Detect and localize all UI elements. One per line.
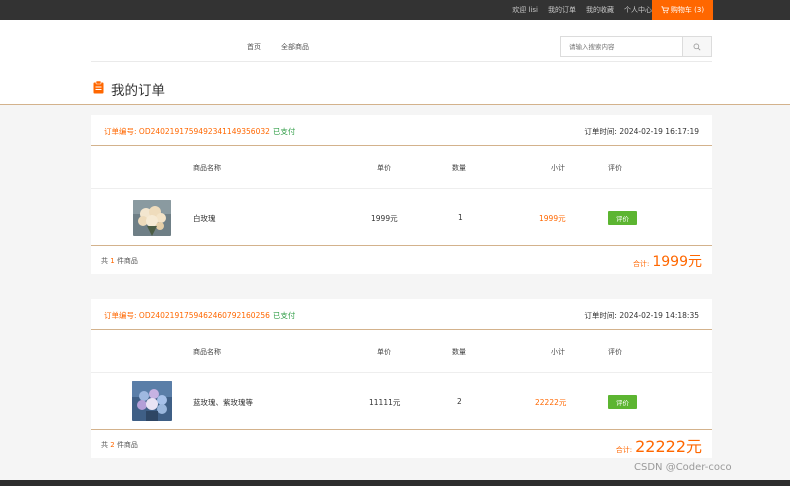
order-time: 订单时间: 2024-02-19 14:18:35 [584,311,699,320]
nav-home[interactable]: 首页 [247,42,261,52]
page-title: 我的订单 [111,83,165,99]
order-card: 订单编号: OD2402191759462460792160256 已支付 订单时… [91,299,712,458]
page-title-bar: 我的订单 [0,62,790,105]
order-item-row: 蓝玫瑰、紫玫瑰等 11111元 2 22222元 评价 [91,373,712,430]
col-price: 单价 [377,348,391,356]
order-id: 订单编号: OD2402191759462460792160256 已支付 [104,310,295,321]
bottom-bar [0,480,790,486]
product-price: 11111元 [369,398,401,407]
item-count-value: 1 [110,257,115,265]
order-header: 订单编号: OD2402191759492341149356032 已支付 订单时… [91,115,712,146]
product-subtotal: 1999元 [539,214,566,223]
search-button[interactable] [682,37,711,56]
order-item-row: 白玫瑰 1999元 1 1999元 评价 [91,189,712,246]
my-orders-link[interactable]: 我的订单 [548,5,576,15]
total-label: 合计: [633,260,650,268]
item-count-prefix: 共 [101,441,108,449]
my-favorites-link[interactable]: 我的收藏 [586,5,614,15]
column-header: 商品名称 单价 数量 小计 评价 [91,330,712,373]
product-qty: 2 [457,397,462,406]
review-button[interactable]: 评价 [608,395,637,409]
order-total: 合计: 1999元 [633,251,702,271]
nav-all-products[interactable]: 全部商品 [281,42,309,52]
order-time: 订单时间: 2024-02-19 16:17:19 [584,127,699,136]
cart-label: 购物车 (3) [670,6,705,14]
column-header: 商品名称 单价 数量 小计 评价 [91,146,712,189]
top-bar: 欢迎 lisi 我的订单 我的收藏 个人中心 购物车 (3) [0,0,790,20]
total-label: 合计: [615,446,633,454]
col-review: 评价 [608,164,622,172]
total-amount: 1999元 [652,254,702,270]
order-status: 已支付 [272,127,296,136]
item-count-prefix: 共 [101,257,108,265]
top-links: 欢迎 lisi 我的订单 我的收藏 个人中心 [512,0,652,20]
search-icon [693,43,701,50]
cart-icon [661,6,669,14]
product-thumbnail[interactable] [132,381,172,421]
product-name[interactable]: 蓝玫瑰、紫玫瑰等 [193,397,253,408]
product-name[interactable]: 白玫瑰 [193,213,216,224]
order-id-text: 订单编号: OD2402191759462460792160256 [104,311,270,320]
total-amount: 22222元 [635,437,702,456]
col-product-name: 商品名称 [193,348,221,356]
item-count: 共 2 件商品 [101,440,138,450]
product-qty: 1 [458,213,463,222]
order-id: 订单编号: OD2402191759492341149356032 已支付 [104,126,295,137]
order-status: 已支付 [272,311,296,320]
product-thumbnail[interactable] [133,200,171,236]
user-center-link[interactable]: 个人中心 [624,5,652,15]
order-card: 订单编号: OD2402191759492341149356032 已支付 订单时… [91,115,712,274]
order-footer: 共 1 件商品 合计: 1999元 [91,246,712,274]
col-price: 单价 [377,164,391,172]
item-count-suffix: 件商品 [116,257,138,265]
item-count-suffix: 件商品 [116,441,138,449]
col-subtotal: 小计 [551,348,565,356]
order-id-text: 订单编号: OD2402191759492341149356032 [104,127,270,136]
col-subtotal: 小计 [551,164,565,172]
product-subtotal: 22222元 [535,398,567,407]
col-review: 评价 [608,348,622,356]
welcome-text: 欢迎 lisi [512,6,538,14]
main-nav: 首页 全部商品 [247,42,309,52]
order-total: 合计: 22222元 [616,433,702,457]
order-header: 订单编号: OD2402191759462460792160256 已支付 订单时… [91,299,712,330]
item-count-value: 2 [110,441,115,449]
watermark: CSDN @Coder-coco [634,462,732,473]
item-count: 共 1 件商品 [101,256,138,266]
order-footer: 共 2 件商品 合计: 22222元 [91,430,712,458]
col-qty: 数量 [452,164,466,172]
clipboard-icon [93,81,104,94]
search-input[interactable] [561,37,682,56]
product-price: 1999元 [371,214,398,223]
col-product-name: 商品名称 [193,164,221,172]
cart-button[interactable]: 购物车 (3) [652,0,713,20]
col-qty: 数量 [452,348,466,356]
review-button[interactable]: 评价 [608,211,637,225]
search-box [560,36,712,57]
